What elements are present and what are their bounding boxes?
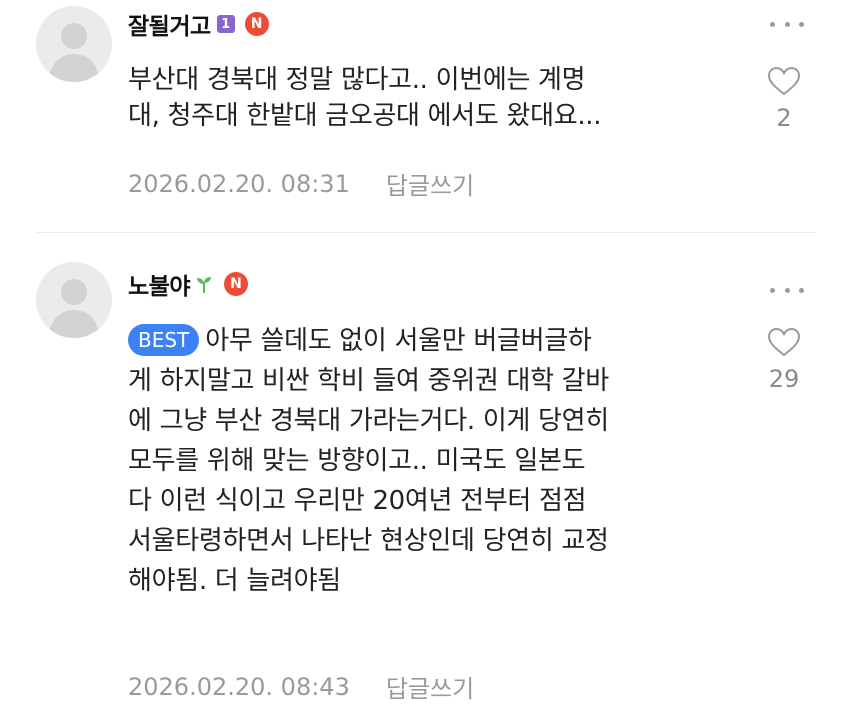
best-badge: BEST — [128, 324, 200, 356]
comment-item: 잘될거고 1 N 부산대 경북대 정말 많다고.. 이번에는 계명 대, 청주대… — [0, 0, 850, 232]
level-badge-icon: 1 — [216, 15, 235, 33]
comment-text: 부산대 경북대 정말 많다고.. 이번에는 계명 대, 청주대 한밭대 금오공대… — [128, 65, 602, 131]
comment-meta: 2026.02.20. 08:43 답글쓰기 — [128, 669, 474, 704]
heart-icon — [767, 66, 801, 96]
avatar-placeholder-icon — [36, 6, 112, 82]
comment-header: 노불야 N — [128, 266, 248, 302]
like-count: 2 — [776, 104, 792, 132]
comment-text: BEST 아무 쓸데도 없이 서울만 버글버글하 게 하지말고 비싼 학비 들여 … — [128, 321, 728, 601]
sprout-icon — [196, 277, 211, 293]
like-button[interactable]: 29 — [754, 327, 814, 393]
nickname[interactable]: 노불야 — [128, 267, 190, 301]
comment-meta: 2026.02.20. 08:31 답글쓰기 — [128, 166, 474, 201]
nickname[interactable]: 잘될거고 — [128, 7, 211, 41]
comment-text-content: 아무 쓸데도 없이 서울만 버글버글하 게 하지말고 비싼 학비 들여 중위권 … — [128, 326, 609, 596]
naver-badge-icon: N — [223, 272, 248, 296]
more-options-icon[interactable] — [770, 285, 804, 295]
avatar[interactable] — [36, 6, 112, 82]
reply-button[interactable]: 답글쓰기 — [386, 669, 474, 704]
reply-button[interactable]: 답글쓰기 — [386, 166, 474, 201]
naver-badge-icon: N — [244, 12, 269, 36]
comment-item: 노불야 N BEST 아무 쓸데도 없이 서울만 버글버글하 게 하지말고 비싼 … — [0, 233, 850, 728]
more-options-icon[interactable] — [770, 19, 804, 29]
timestamp: 2026.02.20. 08:43 — [128, 672, 350, 701]
avatar-placeholder-icon — [36, 262, 112, 338]
like-count: 29 — [768, 365, 800, 393]
avatar[interactable] — [36, 262, 112, 338]
heart-icon — [767, 327, 801, 357]
comment-header: 잘될거고 1 N — [128, 6, 269, 42]
like-button[interactable]: 2 — [754, 66, 814, 132]
timestamp: 2026.02.20. 08:31 — [128, 169, 350, 198]
